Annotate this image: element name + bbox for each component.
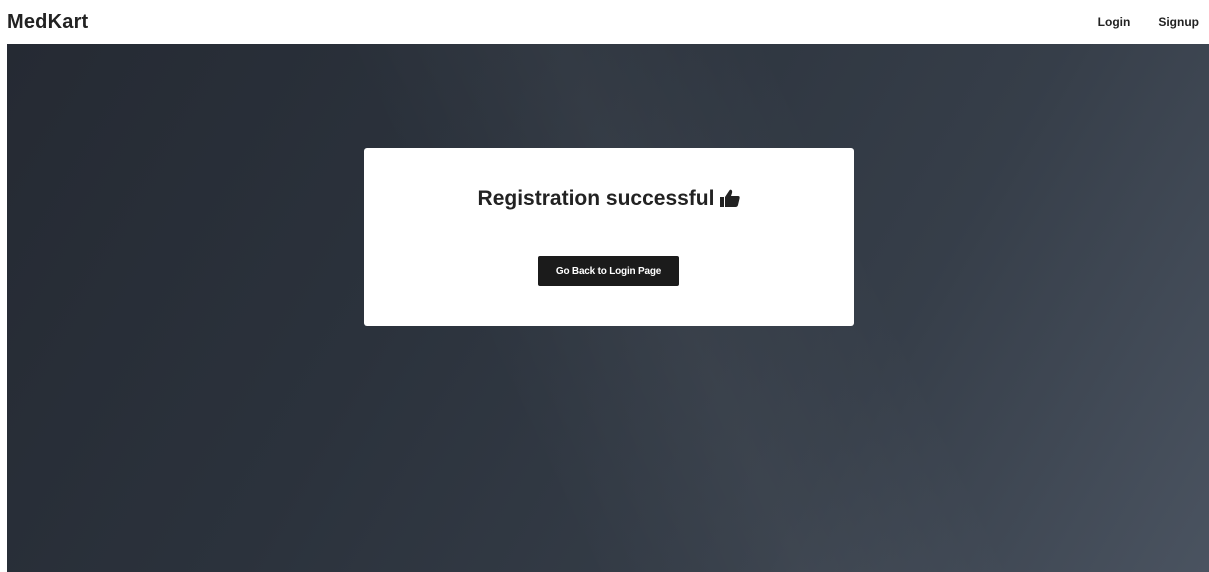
nav-links: Login Signup bbox=[1098, 14, 1199, 30]
navbar: MedKart Login Signup bbox=[0, 0, 1209, 44]
login-link[interactable]: Login bbox=[1098, 14, 1131, 30]
go-back-to-login-button[interactable]: Go Back to Login Page bbox=[538, 256, 679, 286]
signup-link[interactable]: Signup bbox=[1158, 14, 1199, 30]
registration-message: Registration successful bbox=[477, 187, 715, 210]
thumbs-up-icon bbox=[720, 188, 741, 214]
brand-logo[interactable]: MedKart bbox=[7, 10, 88, 34]
card-title-row: Registration successful bbox=[364, 186, 854, 214]
hero-background: Registration successful Go Back to Login… bbox=[7, 44, 1209, 572]
success-card: Registration successful Go Back to Login… bbox=[364, 148, 854, 326]
